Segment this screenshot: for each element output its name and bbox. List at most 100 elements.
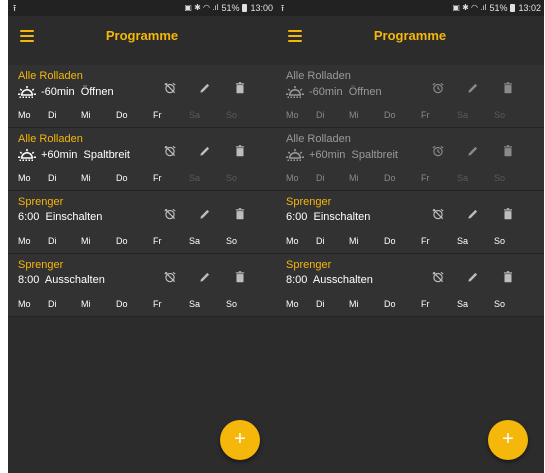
- pencil-icon[interactable]: [198, 270, 212, 284]
- weekday-label: Di: [48, 173, 57, 183]
- app-bar: Programme: [276, 16, 544, 60]
- program-list: Alle Rolladen -60min Öffnen Mo Di Mi Do Fr Sa So…: [8, 65, 276, 317]
- weekday-label: Di: [48, 110, 57, 120]
- status-icons: ▣ ✱ ◠ .ıl: [184, 3, 219, 12]
- weekday-row: Mo Di Mi Do Fr Sa So: [286, 110, 534, 122]
- weekday-label: Mo: [286, 299, 299, 309]
- trash-icon[interactable]: [233, 207, 247, 221]
- alarm-icon[interactable]: [431, 81, 445, 95]
- trash-icon[interactable]: [233, 81, 247, 95]
- phone-screen-right: ⭱ ▣ ✱ ◠ .ıl 51% 13:02 Programme Alle Rol…: [276, 0, 544, 473]
- alarm-off-icon[interactable]: [431, 207, 445, 221]
- weekday-label: Mo: [18, 299, 31, 309]
- add-program-button[interactable]: +: [220, 420, 260, 460]
- weekday-label: Do: [384, 299, 396, 309]
- weekday-row: Mo Di Mi Do Fr Sa So: [286, 299, 534, 311]
- weekday-label: Fr: [421, 173, 430, 183]
- weekday-label: Mi: [349, 110, 359, 120]
- program-action-text: 6:00 Einschalten: [286, 211, 371, 223]
- program-action: +60min Spaltbreit: [18, 148, 130, 162]
- weekday-label: Mi: [81, 299, 91, 309]
- page-title: Programme: [105, 28, 179, 43]
- program-name: Alle Rolladen: [18, 70, 83, 82]
- alarm-off-icon[interactable]: [163, 207, 177, 221]
- weekday-label: Mo: [18, 173, 31, 183]
- weekday-label: So: [226, 173, 238, 183]
- program-action: 8:00 Ausschalten: [286, 274, 373, 286]
- pencil-icon[interactable]: [466, 270, 480, 284]
- weekday-label: So: [494, 173, 506, 183]
- weekday-label: Fr: [153, 173, 162, 183]
- program-name: Sprenger: [286, 259, 332, 271]
- program-action-text: 8:00 Ausschalten: [286, 274, 373, 286]
- alarm-off-icon[interactable]: [163, 81, 177, 95]
- pencil-icon[interactable]: [466, 81, 480, 95]
- sun-icon: [286, 148, 304, 162]
- alarm-off-icon[interactable]: [431, 270, 445, 284]
- pencil-icon[interactable]: [466, 144, 480, 158]
- weekday-label: Fr: [421, 299, 430, 309]
- battery-icon: [510, 4, 516, 12]
- program-name: Alle Rolladen: [286, 133, 351, 145]
- weekday-label: Mo: [286, 110, 299, 120]
- app-bar: Programme: [8, 16, 276, 60]
- pencil-icon[interactable]: [198, 144, 212, 158]
- weekday-label: So: [226, 236, 238, 246]
- trash-icon[interactable]: [501, 144, 515, 158]
- trash-icon[interactable]: [233, 270, 247, 284]
- weekday-label: Mi: [81, 110, 91, 120]
- program-card[interactable]: Sprenger 6:00 Einschalten Mo Di Mi Do Fr Sa So: [8, 191, 276, 254]
- alarm-off-icon[interactable]: [163, 270, 177, 284]
- status-bar: ⭱ ▣ ✱ ◠ .ıl 51% 13:02: [276, 0, 544, 16]
- program-name: Alle Rolladen: [18, 133, 83, 145]
- weekday-label: So: [494, 110, 506, 120]
- weekday-row: Mo Di Mi Do Fr Sa So: [18, 236, 266, 248]
- program-card[interactable]: Alle Rolladen +60min Spaltbreit Mo Di Mi Do Fr…: [276, 128, 544, 191]
- weekday-row: Mo Di Mi Do Fr Sa So: [18, 110, 266, 122]
- weekday-label: Di: [316, 236, 325, 246]
- pencil-icon[interactable]: [198, 207, 212, 221]
- program-name: Sprenger: [18, 259, 64, 271]
- weekday-label: Mo: [286, 236, 299, 246]
- program-card[interactable]: Alle Rolladen -60min Öffnen Mo Di Mi Do Fr Sa So: [276, 65, 544, 128]
- alarm-icon[interactable]: [431, 144, 445, 158]
- program-action-text: +60min Spaltbreit: [309, 149, 398, 161]
- sun-icon: [286, 85, 304, 99]
- weekday-label: Fr: [153, 110, 162, 120]
- weekday-label: Di: [316, 173, 325, 183]
- weekday-label: Sa: [457, 173, 469, 183]
- program-action-text: 8:00 Ausschalten: [18, 274, 105, 286]
- weekday-label: Sa: [189, 173, 201, 183]
- weekday-label: Di: [316, 110, 325, 120]
- status-indicators: ▣ ✱ ◠ .ıl 51% 13:02: [452, 0, 541, 16]
- weekday-label: Mi: [81, 236, 91, 246]
- weekday-label: Do: [116, 299, 128, 309]
- program-name: Alle Rolladen: [286, 70, 351, 82]
- upload-icon: ⭱: [13, 3, 17, 13]
- pencil-icon[interactable]: [466, 207, 480, 221]
- program-card[interactable]: Sprenger 6:00 Einschalten Mo Di Mi Do Fr Sa So: [276, 191, 544, 254]
- upload-icon: ⭱: [281, 3, 285, 13]
- program-action: -60min Öffnen: [286, 85, 382, 99]
- weekday-label: Sa: [189, 110, 201, 120]
- weekday-label: So: [226, 110, 238, 120]
- program-card[interactable]: Alle Rolladen -60min Öffnen Mo Di Mi Do Fr Sa So: [8, 65, 276, 128]
- weekday-label: Do: [116, 173, 128, 183]
- trash-icon[interactable]: [501, 207, 515, 221]
- alarm-off-icon[interactable]: [163, 144, 177, 158]
- pencil-icon[interactable]: [198, 81, 212, 95]
- weekday-label: Mi: [349, 299, 359, 309]
- add-program-button[interactable]: +: [488, 420, 528, 460]
- program-action-text: 6:00 Einschalten: [18, 211, 103, 223]
- program-card[interactable]: Sprenger 8:00 Ausschalten Mo Di Mi Do Fr Sa So: [8, 254, 276, 317]
- trash-icon[interactable]: [501, 81, 515, 95]
- phone-screen-left: ⭱ ▣ ✱ ◠ .ıl 51% 13:00 Programme Alle Rol…: [8, 0, 276, 473]
- program-card[interactable]: Sprenger 8:00 Ausschalten Mo Di Mi Do Fr Sa So: [276, 254, 544, 317]
- trash-icon[interactable]: [233, 144, 247, 158]
- weekday-label: Sa: [457, 236, 469, 246]
- program-action-text: -60min Öffnen: [41, 86, 114, 98]
- trash-icon[interactable]: [501, 270, 515, 284]
- program-card[interactable]: Alle Rolladen +60min Spaltbreit Mo Di Mi Do Fr…: [8, 128, 276, 191]
- weekday-label: So: [226, 299, 238, 309]
- weekday-label: Do: [384, 173, 396, 183]
